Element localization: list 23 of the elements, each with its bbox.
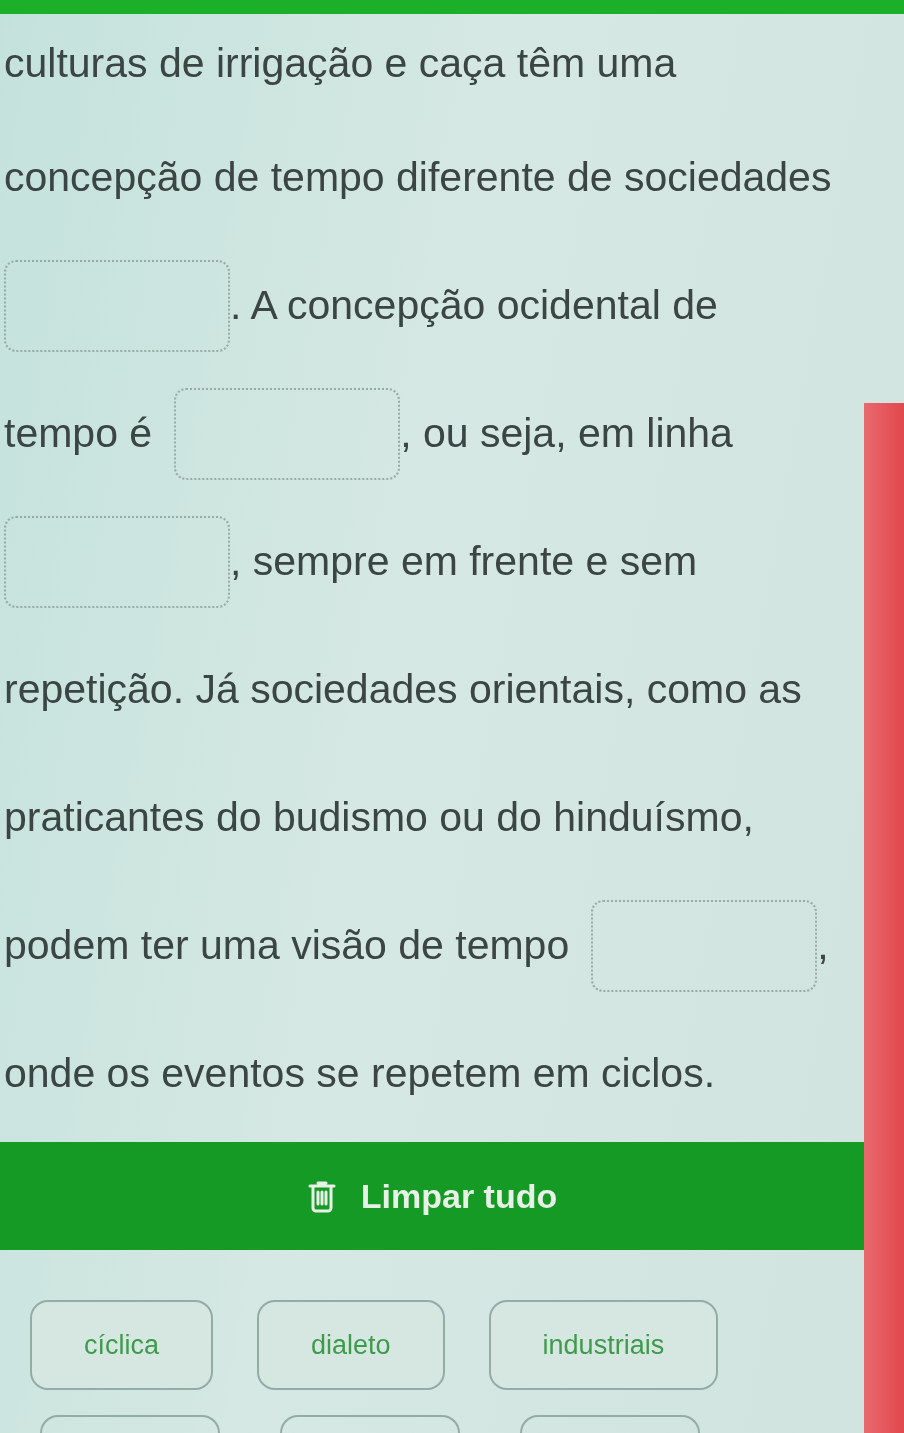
passage-text: , xyxy=(817,921,829,971)
word-chip[interactable]: dialeto xyxy=(257,1300,445,1390)
passage-text: onde os eventos se repetem em ciclos. xyxy=(4,1049,716,1099)
passage-text: culturas de irrigação e caça têm uma xyxy=(4,39,677,89)
word-chip[interactable] xyxy=(280,1415,460,1433)
passage-text: concepção de tempo diferente de sociedades xyxy=(4,153,832,203)
passage-text: tempo é xyxy=(4,409,153,459)
answer-blank[interactable] xyxy=(4,516,230,608)
trash-icon xyxy=(306,1179,337,1213)
passage-text: podem ter uma visão de tempo xyxy=(4,921,570,971)
word-chip[interactable]: industriais xyxy=(488,1300,719,1390)
answer-blank[interactable] xyxy=(591,900,818,992)
passage-text: , sempre em frente e sem xyxy=(230,537,698,587)
passage-text: praticantes do budismo ou do hinduísmo, xyxy=(4,793,754,843)
clear-all-button[interactable]: Limpar tudo xyxy=(0,1142,864,1250)
passage-text: , ou seja, em linha xyxy=(400,409,733,459)
answer-blank[interactable] xyxy=(174,388,401,480)
passage-text: . A concepção ocidental de xyxy=(230,281,718,331)
word-chip[interactable] xyxy=(520,1415,700,1433)
word-chip[interactable] xyxy=(40,1415,220,1433)
answer-blank[interactable] xyxy=(4,260,230,352)
passage-text: repetição. Já sociedades orientais, como as xyxy=(4,665,802,715)
word-chip[interactable]: cíclica xyxy=(30,1300,213,1390)
